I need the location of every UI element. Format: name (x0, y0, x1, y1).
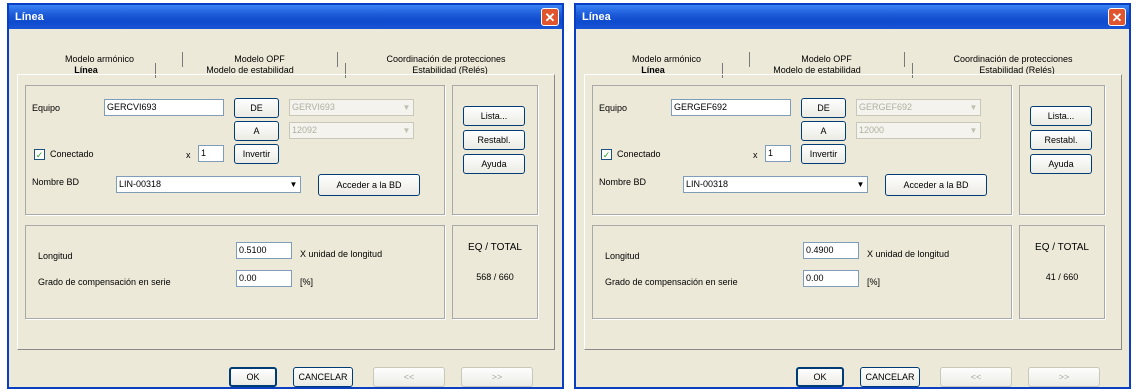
parametros-group: Longitud 0.5100 X unidad de longitud Gra… (25, 225, 445, 319)
equipo-input[interactable]: GERGEF692 (671, 99, 791, 116)
window-title: Línea (582, 11, 611, 23)
longitud-unit: X unidad de longitud (300, 249, 383, 259)
bottom-button-bar: OK CANCELAR << >> (576, 357, 1129, 389)
equipo-group: Equipo GERGEF692 DE GERGEF692 ▼ A 12000 … (592, 85, 1012, 215)
eq-total-value: 568 / 660 (476, 272, 514, 282)
multiplier-input[interactable]: 1 (765, 145, 791, 162)
longitud-label: Longitud (38, 251, 73, 261)
x-label: x (186, 150, 191, 160)
equipo-input[interactable]: GERCVI693 (104, 99, 224, 116)
lista-button[interactable]: Lista... (1030, 106, 1092, 126)
ok-button[interactable]: OK (229, 367, 277, 387)
nombre-bd-label: Nombre BD (599, 177, 647, 187)
chevron-down-icon: ▼ (856, 180, 865, 189)
x-label: x (753, 150, 758, 160)
tab-panel: Equipo GERCVI693 DE GERVI693 ▼ A 12092 ▼… (17, 74, 555, 350)
chevron-down-icon: ▼ (969, 126, 978, 135)
nombre-bd-value: LIN-00318 (119, 179, 162, 189)
ayuda-button[interactable]: Ayuda (463, 154, 525, 174)
close-icon[interactable]: ✕ (1108, 8, 1126, 26)
conectado-checkbox[interactable]: ✓ (601, 149, 612, 160)
a-combo[interactable]: 12092 ▼ (289, 122, 414, 139)
eq-total-label: EQ / TOTAL (468, 242, 522, 253)
next-button[interactable]: >> (1028, 367, 1100, 387)
longitud-unit: X unidad de longitud (867, 249, 950, 259)
chevron-down-icon: ▼ (402, 126, 411, 135)
nombre-bd-combo[interactable]: LIN-00318 ▼ (116, 176, 301, 193)
a-button[interactable]: A (801, 121, 846, 141)
bottom-button-bar: OK CANCELAR << >> (9, 357, 562, 389)
acceder-bd-button[interactable]: Acceder a la BD (885, 174, 987, 196)
actions-group: Lista... Restabl. Ayuda (452, 85, 538, 215)
cancelar-button[interactable]: CANCELAR (860, 367, 920, 387)
title-bar: Línea (9, 5, 562, 29)
conectado-checkbox[interactable]: ✓ (34, 149, 45, 160)
longitud-input[interactable]: 0.5100 (236, 242, 292, 259)
actions-group: Lista... Restabl. Ayuda (1019, 85, 1105, 215)
conectado-label: Conectado (617, 149, 661, 159)
acceder-bd-button[interactable]: Acceder a la BD (318, 174, 420, 196)
de-combo-value: GERGEF692 (859, 102, 913, 112)
a-combo[interactable]: 12000 ▼ (856, 122, 981, 139)
close-icon[interactable]: ✕ (541, 8, 559, 26)
de-combo[interactable]: GERVI693 ▼ (289, 99, 414, 116)
prev-button[interactable]: << (373, 367, 445, 387)
nombre-bd-combo[interactable]: LIN-00318 ▼ (683, 176, 868, 193)
equipo-group: Equipo GERCVI693 DE GERVI693 ▼ A 12092 ▼… (25, 85, 445, 215)
eq-total-group: EQ / TOTAL 41 / 660 (1019, 225, 1105, 319)
window-title: Línea (15, 11, 44, 23)
chevron-down-icon: ▼ (402, 103, 411, 112)
grado-compensacion-label: Grado de compensación en serie (605, 277, 738, 287)
ayuda-button[interactable]: Ayuda (1030, 154, 1092, 174)
invertir-button[interactable]: Invertir (234, 144, 279, 164)
nombre-bd-value: LIN-00318 (686, 179, 729, 189)
a-combo-value: 12000 (859, 125, 885, 135)
conectado-label: Conectado (50, 149, 94, 159)
equipo-label: Equipo (32, 103, 61, 113)
invertir-button[interactable]: Invertir (801, 144, 846, 164)
next-button[interactable]: >> (461, 367, 533, 387)
lista-button[interactable]: Lista... (463, 106, 525, 126)
title-bar: Línea (576, 5, 1129, 29)
prev-button[interactable]: << (940, 367, 1012, 387)
grado-compensacion-label: Grado de compensación en serie (38, 277, 171, 287)
eq-total-value: 41 / 660 (1045, 272, 1079, 282)
linea-dialog-right: Línea ✕ Modelo armónico Modelo OPF Coord… (574, 3, 1131, 389)
linea-dialog-left: Línea ✕ Modelo armónico Modelo OPF Coord… (7, 3, 564, 389)
de-combo-value: GERVI693 (292, 102, 335, 112)
ok-button[interactable]: OK (796, 367, 844, 387)
cancelar-button[interactable]: CANCELAR (293, 367, 353, 387)
longitud-input[interactable]: 0.4900 (803, 242, 859, 259)
tab-panel: Equipo GERGEF692 DE GERGEF692 ▼ A 12000 … (584, 74, 1122, 350)
equipo-label: Equipo (599, 103, 628, 113)
nombre-bd-label: Nombre BD (32, 177, 80, 187)
grado-compensacion-input[interactable]: 0.00 (236, 270, 292, 287)
eq-total-label: EQ / TOTAL (1035, 242, 1089, 253)
grado-unit: [%] (300, 277, 314, 287)
a-combo-value: 12092 (292, 125, 318, 135)
multiplier-input[interactable]: 1 (198, 145, 224, 162)
restabl-button[interactable]: Restabl. (463, 130, 525, 150)
grado-compensacion-input[interactable]: 0.00 (803, 270, 859, 287)
chevron-down-icon: ▼ (969, 103, 978, 112)
de-button[interactable]: DE (801, 98, 846, 118)
parametros-group: Longitud 0.4900 X unidad de longitud Gra… (592, 225, 1012, 319)
longitud-label: Longitud (605, 251, 640, 261)
grado-unit: [%] (867, 277, 881, 287)
a-button[interactable]: A (234, 121, 279, 141)
de-button[interactable]: DE (234, 98, 279, 118)
eq-total-group: EQ / TOTAL 568 / 660 (452, 225, 538, 319)
de-combo[interactable]: GERGEF692 ▼ (856, 99, 981, 116)
chevron-down-icon: ▼ (289, 180, 298, 189)
restabl-button[interactable]: Restabl. (1030, 130, 1092, 150)
